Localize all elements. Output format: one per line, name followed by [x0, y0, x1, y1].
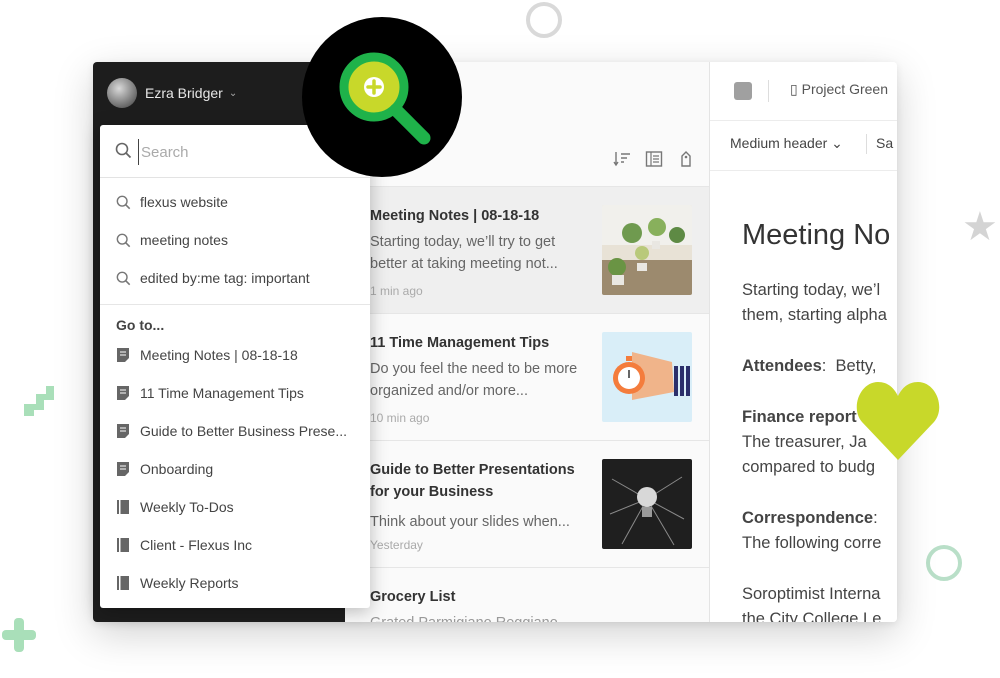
goto-heading: Go to...	[116, 317, 165, 333]
attendees-line: Attendees: Betty,	[742, 357, 877, 375]
notebook-selector[interactable]: ▯ Project Green	[790, 81, 888, 98]
note-time: 10 min ago	[370, 411, 430, 425]
body-line: Starting today, we’l	[742, 281, 881, 299]
notebook-icon	[117, 576, 129, 590]
note-snippet: Starting today, we’ll try to get better …	[370, 234, 558, 272]
goto-item[interactable]: Weekly To-Dos	[100, 488, 370, 526]
note-card[interactable]: Guide to Better Presentations for your B…	[345, 440, 709, 567]
goto-item-label: Onboarding	[140, 461, 214, 477]
view-options-icon[interactable]	[645, 150, 663, 168]
note-card[interactable]: Meeting Notes | 08-18-18 Starting today,…	[345, 186, 709, 313]
chevron-down-icon: ⌄	[228, 87, 238, 99]
user-name: Ezra Bridger	[145, 85, 223, 101]
zoom-in-icon	[339, 52, 431, 145]
note-time: 1 min ago	[370, 284, 423, 298]
account-switcher[interactable]: Ezra Bridger ⌄	[107, 78, 237, 108]
note-icon	[117, 424, 129, 438]
goto-item[interactable]: Meeting Notes | 08-18-18	[100, 336, 370, 374]
goto-item-label: Weekly Reports	[140, 575, 239, 591]
divider	[768, 80, 769, 102]
body-line: them, starting alpha	[742, 306, 887, 324]
body-line: The following corre	[742, 534, 882, 552]
tag-icon[interactable]	[677, 150, 695, 168]
note-snippet: Do you feel the need to be more organize…	[370, 361, 578, 399]
heart-decoration	[856, 382, 940, 460]
sort-icon[interactable]	[613, 150, 631, 168]
ring-decoration	[526, 2, 562, 38]
note-snippet: Grated Parmigiano Reggiano Baking Soda	[370, 612, 585, 622]
goto-item[interactable]: 11 Time Management Tips	[100, 374, 370, 412]
goto-item[interactable]: Weekly Reports	[100, 564, 370, 602]
search-icon	[116, 195, 131, 209]
goto-item-label: 11 Time Management Tips	[140, 385, 304, 401]
body-line: Soroptimist Interna	[742, 585, 881, 603]
chevron-down-icon: ⌄	[831, 135, 843, 151]
ring-decoration-green	[926, 545, 962, 581]
plants-thumbnail	[602, 205, 692, 295]
divider	[100, 304, 370, 305]
note-time: Yesterday	[370, 538, 423, 552]
body-line: The treasurer, Ja	[742, 433, 867, 451]
note-title: Grocery List	[370, 589, 456, 605]
goto-item-label: Meeting Notes | 08-18-18	[140, 347, 298, 363]
note-title: Meeting Notes | 08-18-18	[370, 208, 540, 224]
goto-item-label: Weekly To-Dos	[140, 499, 234, 515]
search-suggestion[interactable]: edited by:me tag: important	[100, 259, 370, 297]
text-style-dropdown[interactable]: Medium header ⌄	[730, 135, 843, 152]
search-suggestion[interactable]: meeting notes	[100, 221, 370, 259]
note-card[interactable]: 11 Time Management Tips Do you feel the …	[345, 313, 709, 440]
goto-item-label: Guide to Better Business Prese...	[140, 423, 347, 439]
note-list: Meeting Notes | 08-18-18 Starting today,…	[345, 186, 709, 622]
plus-decoration	[2, 618, 36, 652]
format-toolbar: Medium header ⌄ Sa	[710, 120, 897, 171]
attendees-label: Attendees	[742, 357, 822, 375]
notebook-icon	[117, 538, 129, 552]
stairs-decoration	[24, 386, 54, 416]
search-icon	[116, 271, 131, 285]
note-title: Guide to Better Presentations for your B…	[370, 462, 575, 500]
goto-item[interactable]: Guide to Better Business Prese...	[100, 412, 370, 450]
attendees-value: Betty,	[835, 357, 877, 375]
suggestion-label: meeting notes	[140, 232, 228, 248]
note-list-toolbar	[613, 150, 695, 168]
search-dropdown: flexus website meeting notes edited by:m…	[100, 125, 370, 608]
note-heading: Meeting No	[742, 219, 891, 251]
goto-item[interactable]: Client - Flexus Inc	[100, 526, 370, 564]
goto-item-label: Client - Flexus Inc	[140, 537, 253, 553]
zoom-in-badge	[302, 17, 462, 177]
notebook-icon: ▯	[790, 81, 798, 97]
notebook-name: Project Green	[801, 81, 888, 97]
note-snippet: Think about your slides when...	[370, 514, 570, 530]
finance-heading: Finance report	[742, 405, 857, 430]
notebook-icon	[117, 500, 129, 514]
avatar	[107, 78, 137, 108]
note-icon	[117, 348, 129, 362]
search-suggestion[interactable]: flexus website	[100, 183, 370, 221]
lightbulb-thumbnail	[602, 459, 692, 549]
search-icon	[116, 233, 131, 247]
finance-label: Finance report	[742, 408, 857, 426]
star-decoration: ★	[962, 205, 998, 249]
correspondence-heading: Correspondence:	[742, 509, 878, 527]
search-icon	[115, 142, 132, 159]
note-editor: ▯ Project Green Medium header ⌄ Sa Meeti…	[710, 62, 897, 622]
body-line: the City College Le	[742, 610, 882, 622]
text-style-label: Medium header	[730, 135, 828, 151]
suggestion-label: edited by:me tag: important	[140, 270, 310, 286]
stopwatch-thumbnail	[602, 332, 692, 422]
editor-topbar: ▯ Project Green	[710, 62, 897, 121]
note-title: 11 Time Management Tips	[370, 335, 550, 351]
note-card[interactable]: Grocery List Grated Parmigiano Reggiano …	[345, 567, 709, 622]
expand-icon[interactable]	[734, 82, 752, 100]
divider	[866, 134, 867, 154]
note-icon	[117, 462, 129, 476]
font-dropdown[interactable]: Sa	[876, 135, 893, 151]
suggestion-label: flexus website	[140, 194, 228, 210]
note-icon	[117, 386, 129, 400]
correspondence-label: Correspondence	[742, 509, 874, 527]
goto-item[interactable]: Onboarding	[100, 450, 370, 488]
